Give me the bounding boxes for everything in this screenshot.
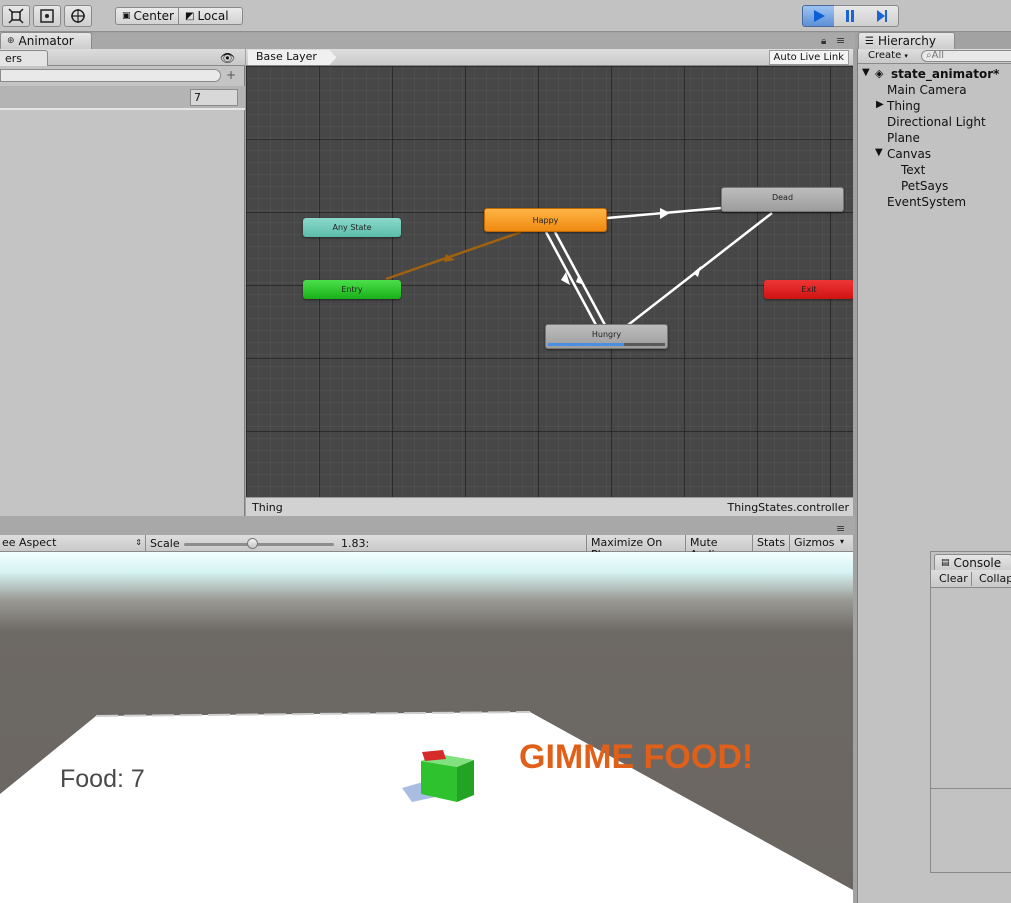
play-icon [813,10,825,22]
aspect-dropdown[interactable]: ee Aspect ⇕ [0,535,146,552]
scale-label: Scale [150,537,180,550]
hierarchy-item-directional-light[interactable]: Directional Light [887,115,986,131]
step-icon [877,10,887,22]
hierarchy-item-eventsystem[interactable]: EventSystem [887,195,966,211]
game-tab-strip [0,516,855,535]
hierarchy-item-main-camera[interactable]: Main Camera [887,83,967,99]
animator-graph-header: Base Layer Auto Live Link [246,49,853,66]
pause-icon [846,10,854,22]
pivot-local-button[interactable]: ◩ Local [179,7,243,25]
collapse-arrow-icon[interactable]: ▼ [875,147,883,158]
gizmos-dropdown-icon[interactable]: ▾ [840,537,844,546]
tab-menu-icon[interactable]: ≡ [836,34,845,47]
animator-tab-strip [0,33,855,49]
animator-footer: Thing ThingStates.controller [246,497,853,516]
expand-arrow-icon[interactable]: ▶ [876,99,884,110]
state-any-state[interactable]: Any State [303,218,401,237]
create-arrow-icon: ▾ [904,52,908,60]
scale-slider-track[interactable] [184,543,334,546]
state-dead[interactable]: Dead [721,187,844,212]
breadcrumb-base-layer[interactable]: Base Layer [248,50,337,65]
play-button[interactable] [802,5,835,27]
game-scene [0,711,853,903]
mute-audio-button[interactable]: Mute Audio [685,535,752,561]
animator-parameters-panel: ers 👁︎ + 7 [0,49,245,516]
auto-live-link-button[interactable]: Auto Live Link [768,50,849,65]
state-happy[interactable]: Happy [484,208,607,232]
footer-object-name: Thing [252,501,283,514]
center-icon: ▣ [122,11,131,21]
scale-tool-button[interactable] [2,5,30,27]
tab-console[interactable]: ▤ Console [934,554,1011,570]
console-panel: ▤ Console Clear Collap [930,551,1011,873]
tab-parameters[interactable]: ers [0,50,48,66]
hierarchy-icon: ☰ [865,35,874,47]
console-collapse-button[interactable]: Collap [975,572,1011,586]
transform-tool-icon [71,9,85,23]
animator-icon: ⊕ [7,36,15,46]
state-entry[interactable]: Entry [303,280,401,299]
main-toolbar: ▣ Center ◩ Local [0,0,1011,32]
step-button[interactable] [866,5,899,27]
hierarchy-item-petsays[interactable]: PetSays [901,179,948,195]
scale-slider-thumb[interactable] [246,538,258,549]
console-clear-button[interactable]: Clear [935,572,972,586]
scale-tool-icon [8,8,24,24]
pet-cube-side [457,760,474,802]
scale-value: 1.83: [341,537,370,550]
transition-happy-hungry[interactable] [544,231,598,326]
pet-says-text: GIMME FOOD! [519,738,754,776]
game-view[interactable]: Food: 7 GIMME FOOD! [0,552,853,903]
unity-scene-icon: ◈ [875,67,884,80]
state-hungry[interactable]: Hungry [545,324,668,349]
transition-entry-happy[interactable] [385,230,522,281]
tab-hierarchy[interactable]: ☰ Hierarchy [858,32,955,49]
hungry-progress-track [548,343,665,346]
footer-controller-name: ThingStates.controller [727,501,849,514]
state-exit[interactable]: Exit [764,280,853,299]
dropdown-arrows-icon: ⇕ [135,538,142,547]
lock-icon[interactable]: 🔒︎ [821,36,826,47]
game-view-toolbar: ee Aspect ⇕ Scale 1.83: Maximize On Play… [0,535,853,561]
cube-icon: ◩ [185,10,195,22]
parameter-value-field[interactable]: 7 [190,89,238,106]
hungry-progress-fill [548,343,625,346]
tab-animator[interactable]: ⊕ Animator [0,32,92,49]
gizmos-button[interactable]: Gizmos [789,535,838,552]
food-text: Food: 7 [60,765,145,793]
hierarchy-search-input[interactable]: ⌕All [921,50,1011,62]
stats-button[interactable]: Stats [752,535,789,552]
game-tab-menu-icon[interactable]: ≡ [836,522,845,535]
animator-graph[interactable]: Any State Entry Happy Dead Exit Hungry [246,66,853,497]
console-toolbar: Clear Collap [931,570,1011,588]
pivot-center-button[interactable]: ▣ Center [115,7,179,25]
hierarchy-toolbar: Create ▾ ⌕All [858,49,1011,64]
hierarchy-item-plane[interactable]: Plane [887,131,920,147]
console-icon: ▤ [941,557,950,568]
maximize-on-play-button[interactable]: Maximize On Play [586,535,685,561]
eye-icon[interactable]: 👁︎ [220,51,235,65]
transform-tool-button[interactable] [64,5,92,27]
add-parameter-icon[interactable]: + [226,68,236,82]
create-dropdown[interactable]: Create ▾ [862,50,914,63]
rect-tool-icon [40,9,54,23]
parameter-search-input[interactable] [0,69,221,82]
collapse-arrow-icon[interactable]: ▼ [862,67,870,78]
console-divider [931,788,1011,789]
transition-happy-dead-arrow [660,208,670,219]
pause-button[interactable] [834,5,867,27]
hierarchy-item-text[interactable]: Text [901,163,925,179]
transition-hungry-dead-arrow [693,266,701,277]
rect-tool-button[interactable] [33,5,61,27]
